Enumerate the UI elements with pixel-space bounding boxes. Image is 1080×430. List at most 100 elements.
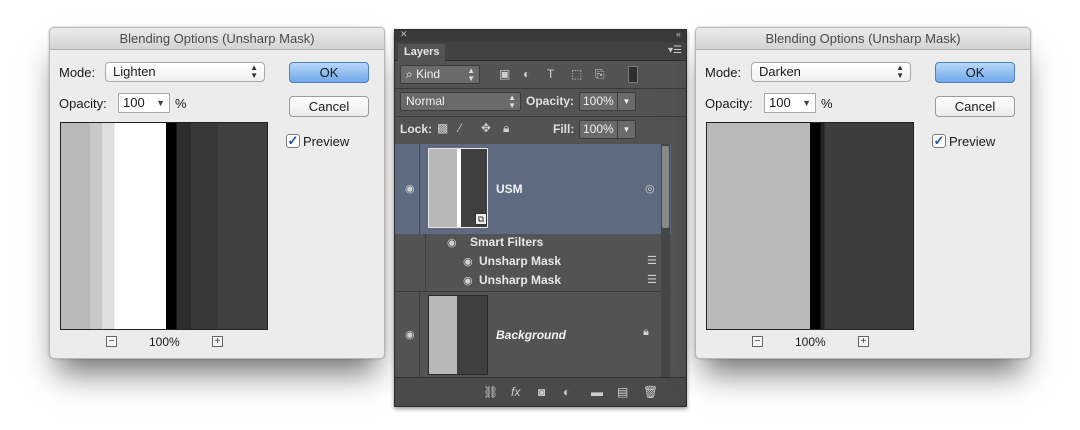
lock-transparency-icon[interactable]: ▩ (437, 121, 448, 135)
link-layers-icon[interactable]: ⛓ (483, 385, 498, 399)
smart-filter-indicator-icon[interactable]: ◎ (645, 182, 655, 195)
eye-icon[interactable]: ◉ (463, 255, 473, 268)
preview-image (60, 122, 268, 330)
blend-mode-select[interactable]: Normal ▲ ▼ (400, 92, 521, 111)
layer-name: Background (496, 328, 567, 342)
preview-label: Preview (303, 134, 350, 149)
smart-filters-group: ◉ Smart Filters ◉ Unsharp Mask ☰ ◉ Unsha… (395, 234, 671, 291)
divider (395, 88, 686, 89)
preview-checkbox[interactable]: ✓ (286, 134, 300, 148)
blend-mode-value: Normal (406, 94, 445, 108)
pixel-filter-icon[interactable]: ▣ (499, 67, 510, 81)
opacity-field[interactable]: 100 ▼ (764, 93, 816, 113)
opacity-label: Opacity: (526, 94, 575, 108)
panel-menu-icon[interactable]: ▾☰ (668, 45, 682, 56)
fill-label: Fill: (553, 122, 575, 136)
preview-checkbox[interactable]: ✓ (932, 134, 946, 148)
mode-value: Lighten (113, 64, 156, 79)
adjustment-filter-icon[interactable]: ◐ (523, 67, 530, 81)
eye-icon[interactable]: ◉ (447, 236, 457, 249)
filter-item-unsharp-mask[interactable]: Unsharp Mask (479, 273, 561, 287)
new-group-icon[interactable]: ▬ (591, 385, 603, 399)
percent-sign: % (821, 96, 833, 111)
lock-all-icon[interactable]: 🔒︎ (503, 121, 509, 136)
layer-row-background[interactable]: ◉ Background 🔒︎ (395, 292, 671, 377)
divider (395, 116, 686, 117)
delete-layer-icon[interactable]: 🗑︎ (643, 385, 658, 399)
layer-row-usm[interactable]: ◉ ⧉ USM ◎ (395, 144, 671, 234)
layers-panel: ✕ « Layers ▾☰ ⌕ Kind ▲ ▼ ▣ ◐ T ⬚ ⎘ Normal… (394, 29, 687, 407)
eye-icon[interactable]: ◉ (405, 328, 415, 341)
cancel-button[interactable]: Cancel (935, 96, 1015, 117)
mode-label: Mode: (59, 65, 96, 80)
zoom-level: 100% (149, 335, 180, 349)
opacity-field[interactable]: 100% ▼ (579, 92, 636, 111)
updown-arrows-icon: ▲ ▼ (467, 66, 475, 83)
opacity-label: Opacity: (59, 96, 107, 111)
filter-item-unsharp-mask[interactable]: Unsharp Mask (479, 254, 561, 268)
opacity-value: 100 (123, 95, 145, 110)
filter-toggle-switch[interactable] (628, 66, 638, 83)
type-filter-icon[interactable]: T (547, 67, 554, 81)
zoom-out-button[interactable]: − (752, 336, 763, 347)
updown-arrows-icon: ▲ ▼ (896, 63, 904, 80)
ok-button[interactable]: OK (289, 62, 369, 83)
layer-name: USM (496, 182, 523, 196)
zoom-out-button[interactable]: − (106, 336, 117, 347)
dropdown-arrow-icon[interactable]: ▼ (617, 121, 635, 138)
close-icon[interactable]: ✕ (400, 29, 408, 40)
opacity-field[interactable]: 100 ▼ (118, 93, 170, 113)
dialog-title: Blending Options (Unsharp Mask) (50, 28, 384, 50)
smart-object-filter-icon[interactable]: ⎘ (595, 67, 605, 82)
new-layer-icon[interactable]: ▤ (617, 385, 628, 399)
divider (419, 144, 420, 234)
blending-options-dialog-left: Blending Options (Unsharp Mask) Mode: Li… (49, 27, 385, 359)
layers-list: ◉ ⧉ USM ◎ ◉ Smart Filters ◉ Unsharp Mask… (395, 144, 686, 377)
preview-label: Preview (949, 134, 996, 149)
mode-label: Mode: (705, 65, 742, 80)
smart-object-badge-icon: ⧉ (475, 213, 487, 225)
dialog-title: Blending Options (Unsharp Mask) (696, 28, 1030, 50)
layers-scrollbar[interactable] (661, 144, 670, 377)
mode-value: Darken (759, 64, 801, 79)
tab-layers[interactable]: Layers (398, 44, 446, 61)
opacity-label: Opacity: (705, 96, 753, 111)
scrollbar-thumb[interactable] (662, 146, 669, 228)
search-icon: ⌕ (406, 67, 417, 81)
opacity-value: 100 (769, 95, 791, 110)
adjustment-layer-icon[interactable]: ◐ (563, 385, 570, 399)
filter-kind-value: Kind (416, 67, 441, 81)
panel-header: ✕ « (395, 29, 686, 42)
lock-label: Lock: (400, 122, 433, 136)
filter-kind-select[interactable]: ⌕ Kind ▲ ▼ (400, 65, 480, 84)
zoom-level: 100% (795, 335, 826, 349)
filter-options-icon[interactable]: ☰ (647, 254, 657, 267)
eye-icon[interactable]: ◉ (463, 274, 473, 287)
divider (425, 234, 426, 291)
zoom-in-button[interactable]: + (858, 336, 869, 347)
opacity-value: 100% (583, 94, 614, 108)
panel-tabbar: Layers ▾☰ (395, 42, 686, 61)
zoom-in-button[interactable]: + (212, 336, 223, 347)
lock-icon: 🔒︎ (643, 326, 649, 338)
ok-button[interactable]: OK (935, 62, 1015, 83)
percent-sign: % (175, 96, 187, 111)
updown-arrows-icon: ▲ ▼ (508, 93, 516, 110)
filter-options-icon[interactable]: ☰ (647, 273, 657, 286)
lock-brush-icon[interactable]: ⁄ (459, 121, 461, 135)
eye-icon[interactable]: ◉ (405, 182, 415, 195)
smart-filters-label: Smart Filters (470, 235, 544, 249)
mode-select[interactable]: Lighten ▲ ▼ (105, 62, 265, 82)
shape-filter-icon[interactable]: ⬚ (571, 67, 582, 81)
mode-select[interactable]: Darken ▲ ▼ (751, 62, 911, 82)
dropdown-arrow-icon[interactable]: ▼ (156, 94, 165, 112)
cancel-button[interactable]: Cancel (289, 96, 369, 117)
collapse-icon[interactable]: « (676, 29, 681, 39)
lock-position-icon[interactable]: ✥ (481, 121, 491, 135)
fill-field[interactable]: 100% ▼ (579, 120, 636, 139)
layer-style-icon[interactable]: fx (511, 385, 520, 399)
preview-image (706, 122, 914, 330)
dropdown-arrow-icon[interactable]: ▼ (617, 93, 635, 110)
dropdown-arrow-icon[interactable]: ▼ (802, 94, 811, 112)
add-mask-icon[interactable]: ◙ (538, 385, 545, 399)
